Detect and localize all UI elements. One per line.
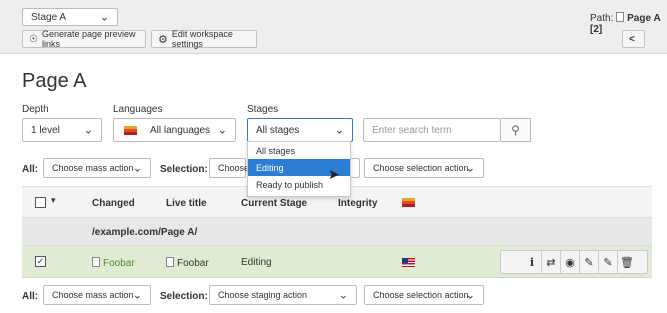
chevron-down-icon: ⌄ [132,162,142,175]
languages-value: All languages [150,124,211,136]
preview-icon: ☉ [29,33,38,45]
preview-icon[interactable]: ◉ [561,251,579,273]
header-live-title[interactable]: Live title [166,198,207,209]
page-title: Page A [22,70,87,92]
stages-option-all[interactable]: All stages [248,142,350,159]
chevron-down-icon: ⌄ [338,289,348,302]
chevron-down-icon: ⌄ [334,124,344,137]
staging-action-value: Choose staging action [218,290,308,300]
search-input[interactable]: Enter search term [363,118,501,142]
send-page-icon[interactable]: ✎ [599,251,617,273]
table-group-row: /example.com/Page A/ [22,218,652,246]
share-button[interactable]: < [622,30,645,48]
row-live-title: Foobar [166,257,209,269]
staging-action-select-edge [351,158,360,178]
stage-select[interactable]: Stage A ⌄ [22,8,118,26]
mass-action-select[interactable]: Choose mass action ⌄ [43,158,151,178]
row-actions: i ⇄ ◉ ✎ ✎ 🗑 [500,250,648,274]
trash-icon[interactable]: 🗑 [618,251,636,273]
chevron-down-icon: ⌄ [99,11,109,24]
gear-icon: ⚙ [158,33,168,46]
chevron-down-icon: ⌄ [83,124,93,137]
selection-action-select[interactable]: Choose selection action ⌄ [364,285,484,305]
header-changed[interactable]: Changed [92,198,135,209]
stage-select-value: Stage A [31,11,67,23]
row-live-title-text: Foobar [177,258,209,269]
all-label: All: [22,164,39,175]
languages-select[interactable]: All languages ⌄ [113,118,236,142]
staging-action-select[interactable]: Choose staging action ⌄ [209,285,357,305]
page-icon [92,257,100,267]
all-label: All: [22,291,39,302]
row-changed[interactable]: Foobar [92,257,135,269]
stages-select[interactable]: All stages ⌄ [247,118,353,142]
search-icon: ⚲ [511,123,520,137]
swap-icon[interactable]: ⇄ [542,251,560,273]
header-current-stage[interactable]: Current Stage [241,198,307,209]
share-icon: < [629,33,635,45]
chevron-down-icon: ⌄ [217,124,227,137]
selection-action-value: Choose selection action [373,163,469,173]
search-button[interactable]: ⚲ [501,118,531,142]
flag-icon [402,258,415,267]
depth-label: Depth [22,104,49,115]
row-changed-title: Foobar [103,258,135,269]
mass-action-select[interactable]: Choose mass action ⌄ [43,285,151,305]
flag-icon [124,126,137,135]
row-current-stage: Editing [241,257,272,268]
selection-label: Selection: [160,291,208,302]
pencil-icon[interactable]: ✎ [580,251,598,273]
preview-links-label: Generate page preview links [41,29,136,49]
caret-down-icon[interactable]: ▾ [51,195,56,206]
path-label: Path: [590,13,614,24]
select-all-checkbox[interactable] [35,197,46,208]
staging-action-select[interactable]: Choose [209,158,250,178]
chevron-down-icon: ⌄ [465,289,475,302]
mouse-cursor-icon: ➤ [328,166,340,182]
group-path: /example.com/Page A/ [92,227,198,238]
stages-label: Stages [247,104,279,115]
selection-action-value: Choose selection action [373,290,469,300]
mass-action-value: Choose mass action [52,290,134,300]
search-placeholder: Enter search term [372,124,452,136]
header-integrity[interactable]: Integrity [338,198,377,209]
chevron-down-icon: ⌄ [132,289,142,302]
selection-label: Selection: [160,164,208,175]
staging-action-value: Choose [218,163,250,173]
depth-value: 1 level [31,124,60,136]
mass-action-value: Choose mass action [52,163,134,173]
depth-select[interactable]: 1 level ⌄ [22,118,102,142]
page-icon [616,12,625,22]
info-icon[interactable]: i [523,251,541,273]
languages-label: Languages [113,104,163,115]
stages-value: All stages [256,124,300,136]
flag-icon [402,198,415,207]
chevron-down-icon: ⌄ [465,162,475,175]
workspace-settings-button[interactable]: ⚙ Edit workspace settings [151,29,257,49]
preview-links-button[interactable]: ☉ Generate page preview links [22,29,146,49]
page-icon [166,257,174,267]
workspace-settings-label: Edit workspace settings [171,29,233,49]
selection-action-select[interactable]: Choose selection action ⌄ [364,158,484,178]
row-checkbox[interactable]: ✓ [35,256,46,267]
